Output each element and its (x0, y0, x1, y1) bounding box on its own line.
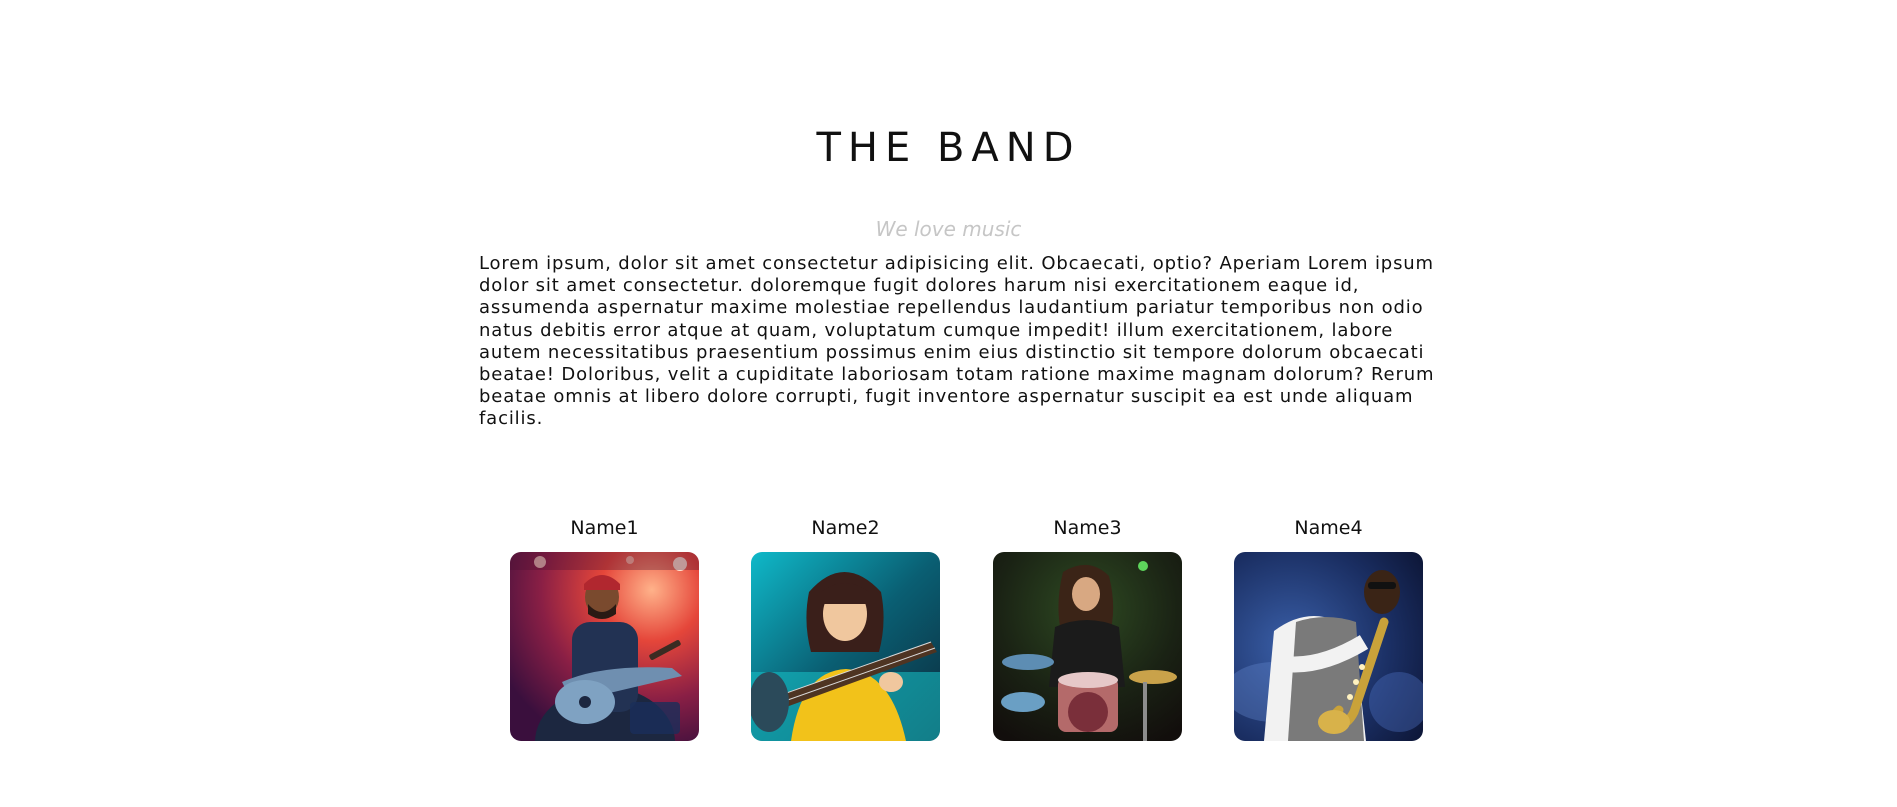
band-tagline: We love music (875, 217, 1022, 241)
member-name: Name4 (1294, 517, 1363, 539)
member-card: Name1 (510, 516, 699, 741)
saxophonist-photo[interactable] (1234, 552, 1423, 741)
member-name: Name3 (1053, 517, 1122, 539)
member-name: Name2 (811, 517, 880, 539)
drummer-photo[interactable] (993, 552, 1182, 741)
band-members-row: Name1 Name2 Name3 Name4 (0, 516, 1897, 746)
band-title: THE BAND (816, 125, 1081, 171)
guitar-player-woman-photo[interactable] (751, 552, 940, 741)
member-card: Name4 (1234, 516, 1423, 741)
band-section: THE BAND We love music Lorem ipsum, dolo… (0, 0, 1897, 807)
band-description: Lorem ipsum, dolor sit amet consectetur … (479, 253, 1435, 430)
guitarist-photo[interactable] (510, 552, 699, 741)
member-card: Name3 (993, 516, 1182, 741)
member-card: Name2 (751, 516, 940, 741)
member-name: Name1 (570, 517, 639, 539)
